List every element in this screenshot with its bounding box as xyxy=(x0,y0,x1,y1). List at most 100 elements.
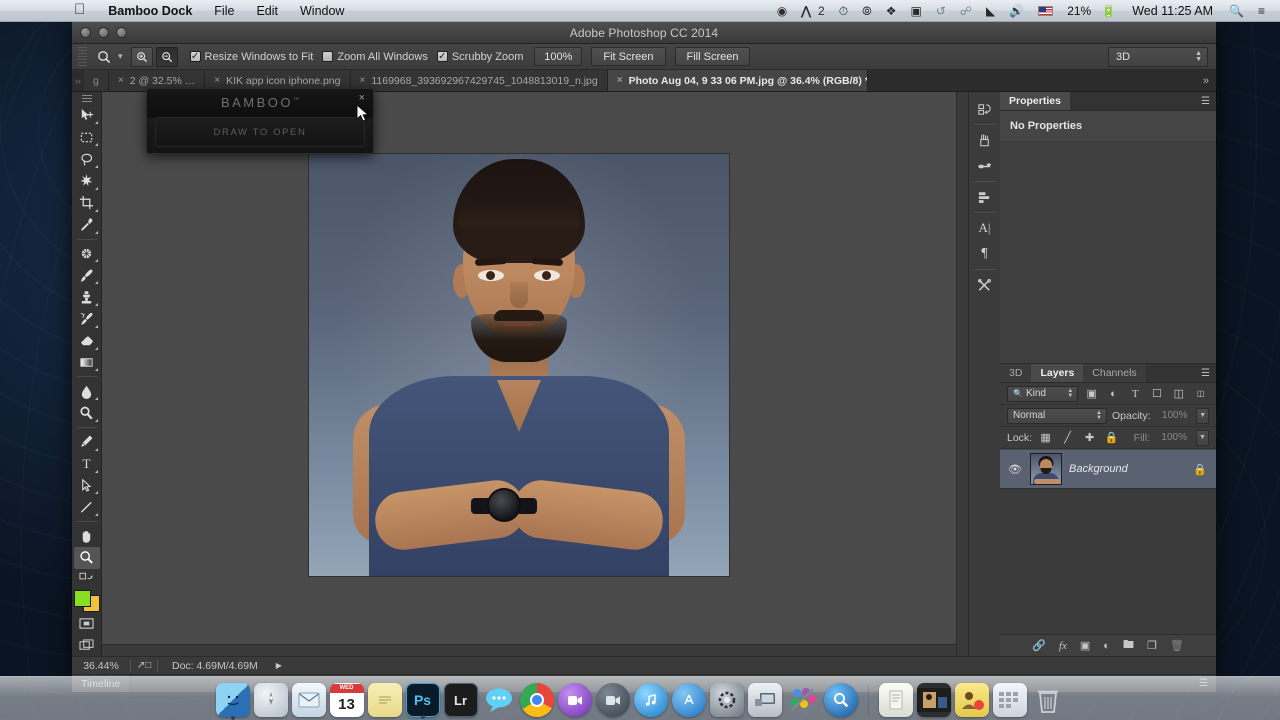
menubar-clock[interactable]: Wed 11:25 AM xyxy=(1123,4,1222,18)
dropbox-icon[interactable]: ❖ xyxy=(879,0,904,22)
opacity-value[interactable]: 100% xyxy=(1155,408,1191,424)
menubar-app-name[interactable]: Bamboo Dock xyxy=(97,0,203,22)
us-flag-icon[interactable] xyxy=(1031,5,1060,16)
lasso-tool[interactable] xyxy=(74,148,100,170)
close-icon[interactable]: × xyxy=(359,92,365,104)
layer-style-fx-icon[interactable]: fx xyxy=(1059,640,1067,652)
draw-to-open-button[interactable]: DRAW TO OPEN xyxy=(155,117,365,147)
menubar-item-window[interactable]: Window xyxy=(289,0,355,22)
dock-item-itunes[interactable] xyxy=(633,683,668,717)
tabbar-grip[interactable]: ›› xyxy=(72,70,84,91)
zoom-out-button[interactable] xyxy=(155,46,178,67)
magic-wand-tool[interactable] xyxy=(74,170,100,192)
fill-stepper[interactable]: ▼ xyxy=(1196,429,1209,446)
bluetooth-icon[interactable]: ☍ xyxy=(953,0,979,22)
quick-mask-icon[interactable] xyxy=(74,612,100,634)
eraser-tool[interactable] xyxy=(74,330,100,352)
document-tab-4[interactable]: × Photo Aug 04, 9 33 06 PM.jpg @ 36.4% (… xyxy=(607,70,868,91)
canvas-viewport[interactable] xyxy=(102,92,956,634)
dock-item-notes[interactable] xyxy=(367,683,402,717)
fit-screen-button[interactable]: Fit Screen xyxy=(591,47,666,66)
document-canvas-image[interactable] xyxy=(309,154,729,576)
dock-item-calendar[interactable]: WED 13 xyxy=(329,683,364,717)
gradient-tool[interactable] xyxy=(74,352,100,374)
foreground-color-swatch[interactable] xyxy=(73,589,91,607)
fill-value[interactable]: 100% xyxy=(1155,430,1191,446)
dock-item-facetime[interactable] xyxy=(557,683,592,717)
canvas-horizontal-scrollbar[interactable] xyxy=(102,644,956,656)
share-icon[interactable]: ↗□ xyxy=(131,660,157,671)
apple-menu-icon[interactable]:  xyxy=(74,2,97,19)
layer-filter-kind-select[interactable]: 🔍 Kind ▲ ▼ xyxy=(1007,385,1079,402)
dock-item-app-store[interactable] xyxy=(671,683,706,717)
lock-icon[interactable]: ▣ xyxy=(903,0,928,22)
close-icon[interactable]: × xyxy=(214,75,220,86)
adjustment-filter-icon[interactable]: ◐ xyxy=(1105,386,1122,402)
opacity-stepper[interactable]: ▼ xyxy=(1196,407,1209,424)
checkbox-box[interactable]: ✓ xyxy=(436,51,448,62)
layer-row-background[interactable]: 👁 Background 🔒 xyxy=(1000,449,1216,489)
dock-item-system-preferences[interactable] xyxy=(709,683,744,717)
zoom-percent-button[interactable]: 100% xyxy=(534,47,583,66)
layer-locked-icon[interactable]: 🔒 xyxy=(1193,463,1209,476)
dock-item-color-palette[interactable] xyxy=(786,683,820,717)
tab-3d[interactable]: 3D xyxy=(1000,364,1032,382)
rectangular-marquee-tool[interactable] xyxy=(74,126,100,148)
canvas-area[interactable] xyxy=(102,92,968,656)
lock-all-icon[interactable]: 🔒 xyxy=(1103,430,1120,446)
line-tool[interactable] xyxy=(74,496,100,518)
zoom-tool-icon[interactable] xyxy=(92,47,116,67)
layer-visibility-icon[interactable]: 👁 xyxy=(1007,463,1023,476)
blend-mode-select[interactable]: Normal ▲ ▼ xyxy=(1007,407,1107,424)
add-mask-icon[interactable]: ▣ xyxy=(1080,639,1090,652)
brush-tool[interactable] xyxy=(74,264,100,286)
wifi-icon[interactable]: ◣ xyxy=(979,0,1002,22)
dock-item-preview[interactable] xyxy=(823,683,858,717)
status-expand-arrow[interactable]: ▶ xyxy=(258,661,282,670)
pixel-filter-icon[interactable]: ▣ xyxy=(1083,386,1100,402)
layer-name[interactable]: Background xyxy=(1069,463,1186,475)
clone-stamp-tool[interactable] xyxy=(74,286,100,308)
filter-toggle-switch[interactable]: ◫ xyxy=(1192,386,1209,402)
photoshop-titlebar[interactable]: Adobe Photoshop CC 2014 xyxy=(72,22,1216,44)
time-machine-icon[interactable]: ↺ xyxy=(929,0,953,22)
tool-preset-caret-icon[interactable]: ▾ xyxy=(118,51,123,62)
canvas-vertical-scrollbar[interactable] xyxy=(956,92,968,656)
adjustments-panel-icon[interactable] xyxy=(971,184,999,210)
bamboo-dock-widget[interactable]: BAMBOO™ × DRAW TO OPEN xyxy=(146,88,374,154)
dock-item-photo-booth[interactable] xyxy=(595,683,630,717)
type-filter-icon[interactable]: T xyxy=(1127,386,1144,402)
volume-icon[interactable]: 🔊 xyxy=(1002,0,1031,22)
new-layer-icon[interactable]: ❐ xyxy=(1147,639,1157,652)
record-icon[interactable]: ◉ xyxy=(770,0,794,22)
menubar-item-edit[interactable]: Edit xyxy=(245,0,289,22)
character-panel-icon[interactable]: A| xyxy=(971,215,999,241)
panel-menu-icon[interactable]: ☰ xyxy=(1195,364,1216,382)
history-brush-tool[interactable] xyxy=(74,308,100,330)
edit-toolbar-icon[interactable] xyxy=(74,569,100,585)
zoom-tool[interactable] xyxy=(73,547,100,569)
dodge-tool[interactable] xyxy=(74,402,100,424)
lock-transparent-icon[interactable]: ▦ xyxy=(1037,430,1054,446)
hand-tool[interactable] xyxy=(74,525,100,547)
checkbox-box[interactable]: ✓ xyxy=(189,51,201,62)
dock-item-screenshot-stack[interactable] xyxy=(916,683,951,717)
link-layers-icon[interactable]: 🔗 xyxy=(1032,639,1046,652)
history-panel-icon[interactable] xyxy=(971,96,999,122)
dock-item-downloads-stack[interactable] xyxy=(954,683,989,717)
document-tab-0[interactable]: g xyxy=(84,70,109,91)
toolbar-grip[interactable] xyxy=(74,94,100,104)
shape-filter-icon[interactable]: ☐ xyxy=(1149,386,1166,402)
zoom-all-windows-checkbox[interactable]: ✓ Zoom All Windows xyxy=(322,51,428,63)
zoom-in-button[interactable] xyxy=(130,46,153,67)
battery-icon[interactable]: 🔋 xyxy=(1094,0,1123,22)
search-icon[interactable]: 🔍 xyxy=(1222,0,1251,22)
layer-thumbnail[interactable] xyxy=(1030,453,1062,485)
fill-screen-button[interactable]: Fill Screen xyxy=(674,47,751,66)
tab-layers[interactable]: Layers xyxy=(1031,364,1084,382)
lock-image-icon[interactable]: ╱ xyxy=(1059,430,1076,446)
panel-menu-icon[interactable]: ☰ xyxy=(1195,92,1216,110)
crop-tool[interactable] xyxy=(74,192,100,214)
close-icon[interactable]: × xyxy=(360,75,366,86)
eyedropper-tool[interactable] xyxy=(74,214,100,236)
